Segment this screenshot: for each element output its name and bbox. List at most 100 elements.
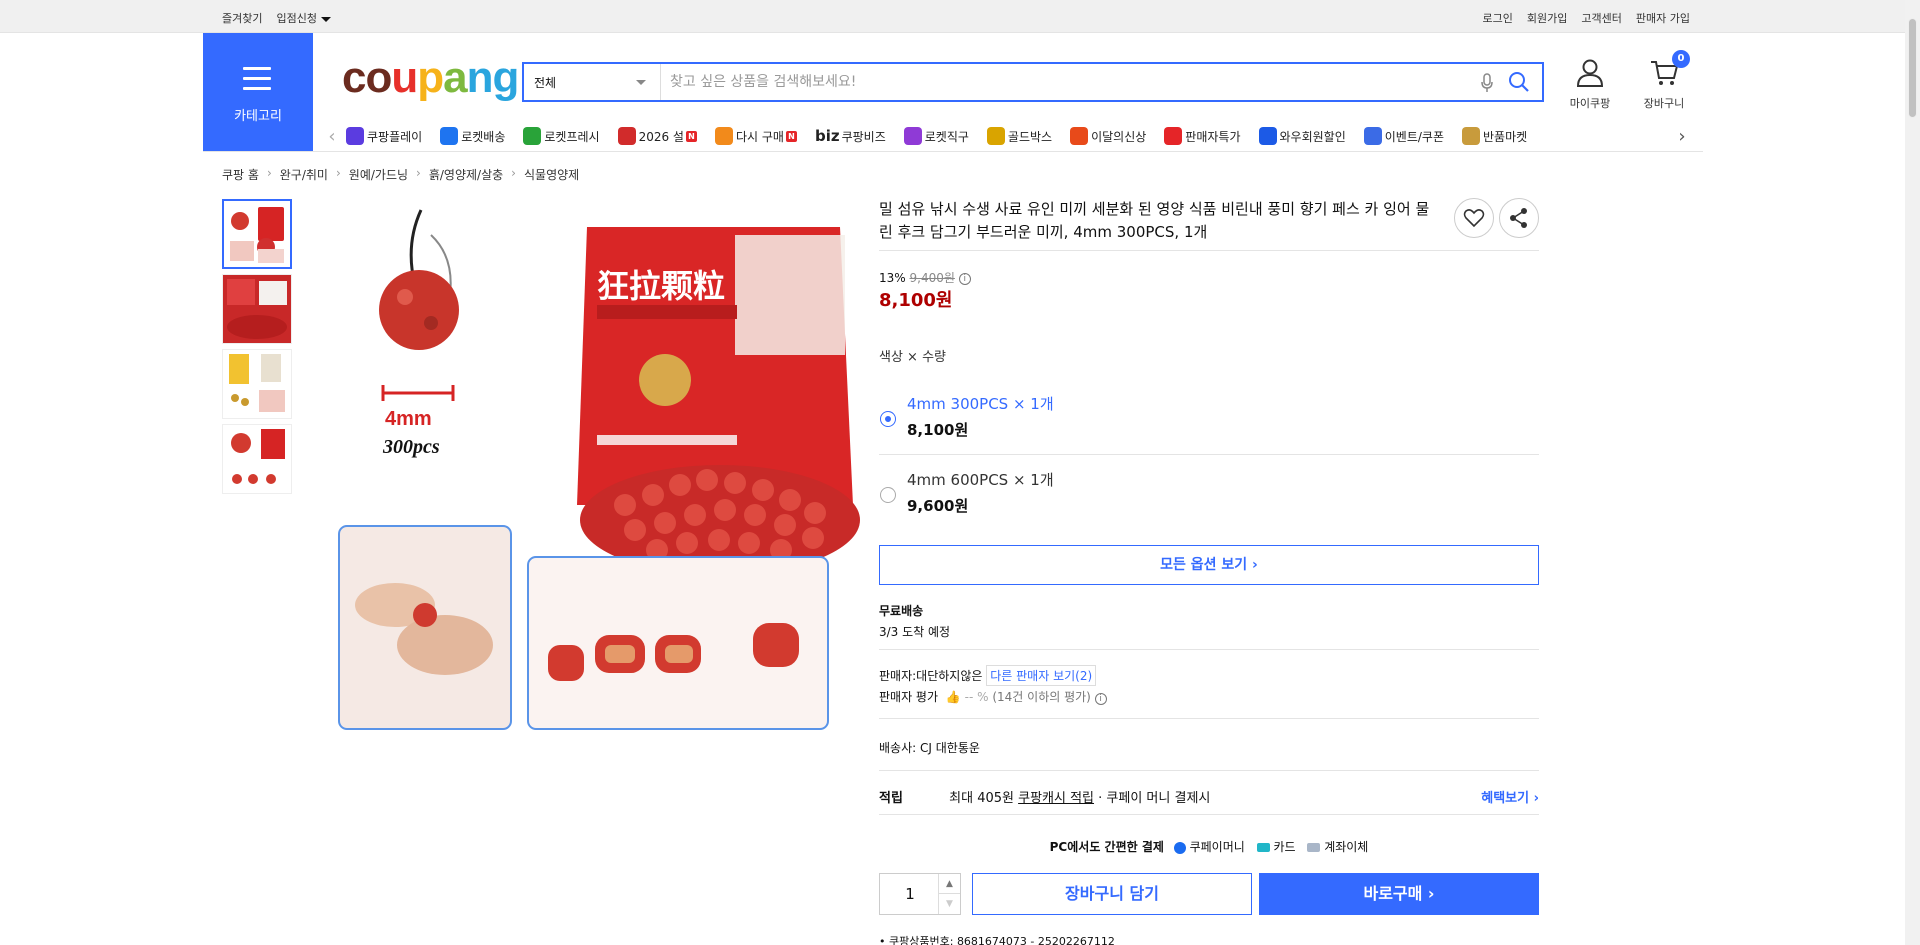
- nav-item-rocket[interactable]: 로켓배송: [440, 127, 505, 145]
- nav-prev-arrow-icon[interactable]: ‹: [318, 126, 346, 147]
- search-input[interactable]: [670, 70, 1470, 94]
- nav-item-new-year[interactable]: 2026 설N: [617, 127, 697, 145]
- nav-item-coupang-play[interactable]: 쿠팡플레이: [346, 127, 422, 145]
- page-scrollbar[interactable]: [1905, 0, 1920, 945]
- breadcrumb-item[interactable]: 원예/가드닝: [349, 166, 408, 183]
- new-badge: N: [785, 130, 797, 142]
- share-button[interactable]: [1499, 198, 1539, 238]
- coupang-cash-link[interactable]: 쿠팡캐시 적립: [1018, 791, 1094, 806]
- option-item-2[interactable]: 4mm 600PCS × 1개 9,600원: [879, 459, 1539, 535]
- search-scope-select[interactable]: 전체: [524, 64, 661, 100]
- nav-item-rocket-global[interactable]: 로켓직구: [903, 127, 969, 145]
- count-label: 300pcs: [382, 436, 440, 458]
- bank-transfer-icon: [1307, 843, 1321, 852]
- signup-link[interactable]: 회원가입: [1527, 10, 1567, 26]
- arrival-estimate: 3/3 도착 예정: [879, 625, 951, 639]
- wow-icon: [1258, 127, 1277, 145]
- thumbs-up-icon: 👍: [945, 690, 961, 704]
- nav-item-label: 이벤트/쿠폰: [1384, 129, 1444, 144]
- nav-item-label: 반품마켓: [1483, 129, 1528, 144]
- option-name: 4mm 300PCS × 1개: [907, 395, 1054, 413]
- option-item-1[interactable]: 4mm 300PCS × 1개 8,100원: [879, 383, 1539, 459]
- benefits-link[interactable]: 혜택보기 ›: [1481, 787, 1539, 806]
- product-photo: 4mm 300pcs 狂拉颗粒: [335, 205, 868, 738]
- rocket-fresh-icon: [523, 127, 542, 145]
- info-icon[interactable]: i: [958, 272, 971, 285]
- nav-item-label: 로켓배송: [461, 129, 506, 144]
- divider: [879, 649, 1539, 650]
- login-link[interactable]: 로그인: [1483, 10, 1513, 26]
- nav-item-seller-deal[interactable]: 판매자특가: [1164, 127, 1241, 145]
- sale-price: 8,100원: [879, 290, 953, 311]
- coupang-logo[interactable]: coupang: [342, 56, 519, 100]
- option-radio-selected[interactable]: [880, 411, 896, 427]
- add-to-cart-button[interactable]: 장바구니 담기: [972, 873, 1252, 915]
- return-market-icon: [1462, 127, 1480, 145]
- thumbnail-list: [222, 199, 293, 499]
- microphone-icon[interactable]: [1480, 73, 1494, 96]
- breadcrumb-item[interactable]: 식물영양제: [524, 166, 579, 183]
- reward-row: 적립 최대 405원 쿠팡캐시 적립 · 쿠페이 머니 결제시 혜택보기 ›: [879, 787, 1539, 806]
- search-scope-value: 전체: [534, 76, 557, 90]
- buy-now-button[interactable]: 바로구매 ›: [1259, 873, 1539, 915]
- cart-label: 장바구니: [1643, 97, 1685, 110]
- seller-rating-label: 판매자 평가: [879, 690, 939, 704]
- seller-name[interactable]: 대단하지않은: [916, 669, 982, 683]
- product-title: 밀 섬유 낚시 수생 사료 유인 미끼 세분화 된 영양 식품 비린내 풍미 향…: [879, 200, 1430, 241]
- nav-item-wow[interactable]: 와우회원할인: [1258, 127, 1346, 145]
- nav-item-label: 2026 설: [638, 129, 684, 144]
- main-product-image[interactable]: 4mm 300pcs 狂拉颗粒: [335, 205, 868, 738]
- thumbnail-1[interactable]: [222, 199, 292, 269]
- nav-item-label: 쿠팡비즈: [841, 129, 886, 144]
- breadcrumb-item[interactable]: 쿠팡 홈: [222, 166, 259, 183]
- nav-next-arrow-icon[interactable]: ›: [1668, 125, 1696, 147]
- search-icon[interactable]: [1508, 71, 1530, 96]
- nav-item-label: 로켓프레시: [544, 129, 600, 144]
- quantity-stepper: 1 ▲ ▼: [879, 873, 961, 915]
- quantity-decrease-icon[interactable]: ▼: [938, 894, 960, 914]
- share-icon: [1510, 208, 1527, 228]
- thumbnail-3[interactable]: [222, 349, 292, 419]
- cart-button[interactable]: 0 장바구니: [1634, 50, 1694, 111]
- my-coupang-button[interactable]: 마이쿠팡: [1563, 58, 1617, 111]
- discount-rate: 13%: [879, 271, 906, 285]
- breadcrumb-item[interactable]: 흙/영양제/살충: [429, 166, 503, 183]
- favorites-link[interactable]: 즐겨찾기: [222, 10, 262, 26]
- repurchase-icon: [714, 127, 733, 145]
- product-code-label: 쿠팡상품번호:: [889, 935, 954, 945]
- view-all-options-button[interactable]: 모든 옵션 보기 ›: [879, 545, 1539, 585]
- quantity-input[interactable]: 1: [880, 885, 940, 903]
- scrollbar-thumb[interactable]: [1908, 18, 1917, 118]
- other-sellers-link[interactable]: 다른 판매자 보기(2): [986, 665, 1097, 686]
- nav-item-gold-box[interactable]: 골드박스: [986, 127, 1052, 145]
- customer-center-link[interactable]: 고객센터: [1581, 10, 1621, 26]
- wishlist-button[interactable]: [1454, 198, 1494, 238]
- nav-item-return-market[interactable]: 반품마켓: [1462, 127, 1527, 145]
- search-bar: 전체: [522, 62, 1544, 102]
- hamburger-icon: [243, 67, 271, 97]
- coupay-money-icon: [1173, 841, 1186, 854]
- biz-icon: biz: [814, 127, 840, 145]
- seller-signup-link[interactable]: 판매자 가입: [1636, 10, 1690, 26]
- thumbnail-2[interactable]: [222, 274, 292, 344]
- nav-item-event-coupon[interactable]: 이벤트/쿠폰: [1363, 127, 1444, 145]
- divider: [879, 454, 1539, 455]
- carrier-row: 배송사: CJ 대한통운: [879, 739, 980, 756]
- category-menu-button[interactable]: 카테고리: [203, 33, 313, 151]
- nav-item-repurchase[interactable]: 다시 구매 N: [714, 127, 797, 145]
- nav-item-new-arrivals[interactable]: 이달의신상: [1070, 127, 1146, 145]
- product-code: 8681674073 - 25202267112: [956, 935, 1115, 945]
- chevron-right-icon: ›: [511, 166, 516, 180]
- info-icon[interactable]: i: [1094, 693, 1107, 705]
- new-arrivals-icon: [1070, 127, 1089, 145]
- breadcrumb-item[interactable]: 완구/취미: [280, 166, 328, 183]
- nav-item-label: 다시 구매: [735, 129, 784, 144]
- thumbnail-4[interactable]: [222, 424, 292, 494]
- header-divider: [203, 151, 1703, 152]
- partner-apply-menu[interactable]: 입점신청: [276, 10, 331, 26]
- quantity-increase-icon[interactable]: ▲: [938, 874, 960, 894]
- heart-icon: [1463, 209, 1485, 228]
- option-radio[interactable]: [880, 487, 896, 503]
- nav-item-biz[interactable]: biz 쿠팡비즈: [815, 127, 886, 145]
- nav-item-rocket-fresh[interactable]: 로켓프레시: [523, 127, 600, 145]
